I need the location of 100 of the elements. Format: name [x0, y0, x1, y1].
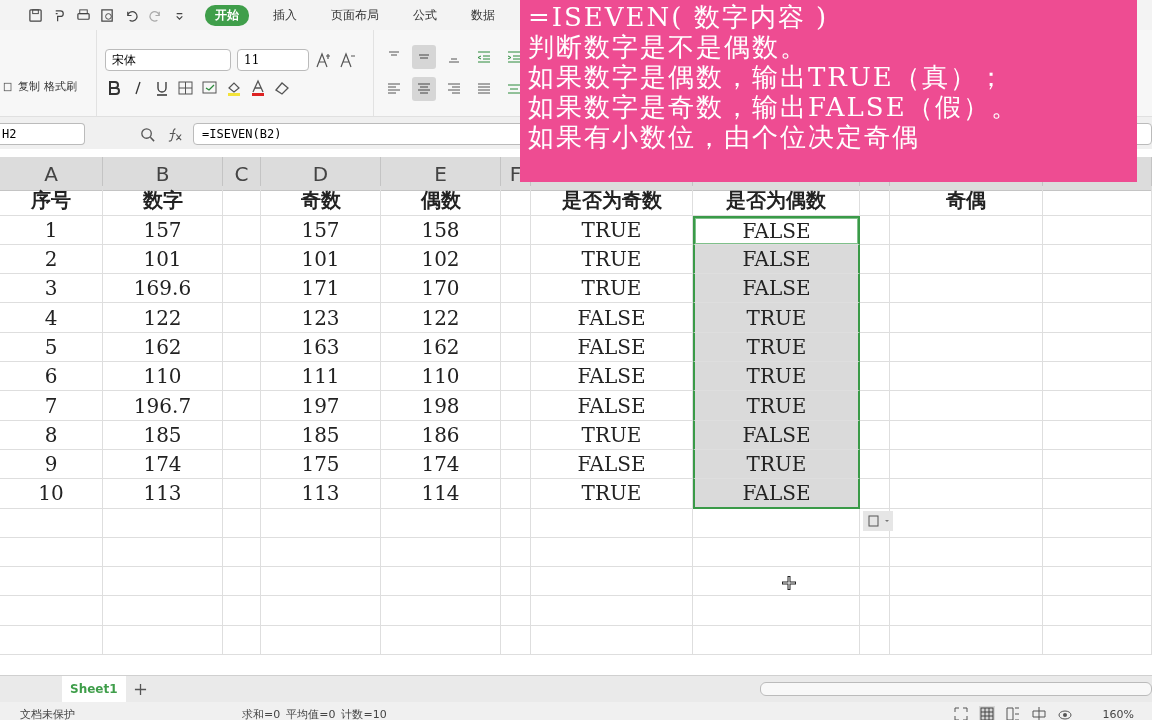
normal-view-icon[interactable]	[978, 706, 995, 720]
empty-cell[interactable]	[860, 244, 890, 275]
table-cell[interactable]: FALSE	[693, 274, 860, 304]
empty-cell[interactable]	[501, 508, 531, 538]
empty-cell[interactable]	[890, 391, 1043, 421]
table-cell[interactable]: TRUE	[693, 362, 860, 392]
empty-cell[interactable]	[693, 508, 860, 538]
horizontal-scrollbar[interactable]	[760, 682, 1152, 696]
empty-cell[interactable]	[1043, 186, 1152, 216]
empty-cell[interactable]	[381, 508, 501, 538]
table-cell[interactable]: 163	[261, 332, 381, 363]
ribbon-tab[interactable]: 公式	[403, 4, 447, 26]
empty-cell[interactable]	[860, 567, 890, 597]
empty-cell[interactable]	[501, 362, 531, 392]
empty-cell[interactable]	[860, 186, 890, 216]
table-cell[interactable]: 170	[381, 274, 501, 304]
increase-font-icon[interactable]	[315, 51, 333, 69]
empty-cell[interactable]	[223, 303, 261, 333]
table-cell[interactable]: 122	[381, 303, 501, 333]
empty-cell[interactable]	[890, 332, 1043, 363]
table-cell[interactable]: 6	[0, 362, 103, 392]
empty-cell[interactable]	[501, 449, 531, 480]
empty-cell[interactable]	[223, 362, 261, 392]
table-cell[interactable]: 198	[381, 391, 501, 421]
empty-cell[interactable]	[103, 508, 223, 538]
table-cell[interactable]: TRUE	[693, 449, 860, 480]
table-cell[interactable]: 110	[103, 362, 223, 392]
empty-cell[interactable]	[103, 537, 223, 568]
table-cell[interactable]: 奇偶	[890, 186, 1043, 216]
table-cell[interactable]: TRUE	[693, 303, 860, 333]
empty-cell[interactable]	[501, 391, 531, 421]
empty-cell[interactable]	[501, 537, 531, 568]
empty-cell[interactable]	[1043, 508, 1152, 538]
empty-cell[interactable]	[223, 449, 261, 480]
table-cell[interactable]: 185	[261, 420, 381, 450]
fullscreen-icon[interactable]	[952, 706, 969, 720]
column-header[interactable]: C	[223, 157, 261, 191]
ribbon-tab[interactable]: 页面布局	[321, 4, 389, 26]
empty-cell[interactable]	[1043, 537, 1152, 568]
empty-cell[interactable]	[223, 420, 261, 450]
name-box[interactable]: H2	[0, 123, 85, 145]
empty-cell[interactable]	[501, 215, 531, 245]
table-cell[interactable]: 186	[381, 420, 501, 450]
empty-cell[interactable]	[860, 508, 890, 538]
table-cell[interactable]: 197	[261, 391, 381, 421]
table-cell[interactable]: 奇数	[261, 186, 381, 216]
empty-cell[interactable]	[501, 303, 531, 333]
column-header[interactable]: D	[261, 157, 381, 191]
empty-cell[interactable]	[1043, 625, 1152, 656]
protection-status[interactable]: 文档未保护	[0, 706, 242, 720]
paste-options-icon[interactable]	[863, 510, 893, 531]
empty-cell[interactable]	[860, 537, 890, 568]
empty-cell[interactable]	[693, 625, 860, 656]
column-header[interactable]: A	[0, 157, 103, 191]
print-icon[interactable]	[76, 7, 91, 23]
table-cell[interactable]: FALSE	[693, 479, 860, 509]
empty-cell[interactable]	[1043, 420, 1152, 450]
table-cell[interactable]: 数字	[103, 186, 223, 216]
empty-cell[interactable]	[890, 303, 1043, 333]
align-center-icon[interactable]	[412, 77, 436, 101]
empty-cell[interactable]	[1043, 303, 1152, 333]
empty-cell[interactable]	[890, 362, 1043, 392]
empty-cell[interactable]	[860, 449, 890, 480]
empty-cell[interactable]	[890, 420, 1043, 450]
empty-cell[interactable]	[223, 479, 261, 509]
empty-cell[interactable]	[0, 625, 103, 656]
table-cell[interactable]: 101	[261, 244, 381, 275]
empty-cell[interactable]	[890, 508, 1043, 538]
table-cell[interactable]: 158	[381, 215, 501, 245]
empty-cell[interactable]	[890, 215, 1043, 245]
empty-cell[interactable]	[531, 625, 693, 656]
table-cell[interactable]: 196.7	[103, 391, 223, 421]
empty-cell[interactable]	[261, 596, 381, 626]
empty-cell[interactable]	[0, 567, 103, 597]
table-cell[interactable]: FALSE	[693, 244, 860, 275]
empty-cell[interactable]	[223, 508, 261, 538]
ribbon-tab[interactable]: 插入	[263, 4, 307, 26]
font-color-icon[interactable]	[249, 79, 267, 97]
function-icon[interactable]	[166, 125, 183, 143]
empty-cell[interactable]	[223, 244, 261, 275]
table-cell[interactable]: 185	[103, 420, 223, 450]
table-cell[interactable]: 7	[0, 391, 103, 421]
zoom-level[interactable]: 160%	[1102, 707, 1134, 720]
empty-cell[interactable]	[1043, 567, 1152, 597]
empty-cell[interactable]	[860, 596, 890, 626]
empty-cell[interactable]	[1043, 391, 1152, 421]
empty-cell[interactable]	[381, 567, 501, 597]
empty-cell[interactable]	[0, 508, 103, 538]
table-cell[interactable]: 171	[261, 274, 381, 304]
empty-cell[interactable]	[501, 420, 531, 450]
empty-cell[interactable]	[890, 479, 1043, 509]
table-cell[interactable]: 101	[103, 244, 223, 275]
empty-cell[interactable]	[0, 537, 103, 568]
empty-cell[interactable]	[223, 274, 261, 304]
cell-style-icon[interactable]	[201, 79, 219, 97]
format-painter-button[interactable]: 格式刷	[44, 79, 77, 94]
empty-cell[interactable]	[1043, 332, 1152, 363]
empty-cell[interactable]	[693, 537, 860, 568]
table-cell[interactable]: 174	[103, 449, 223, 480]
table-cell[interactable]: 113	[103, 479, 223, 509]
